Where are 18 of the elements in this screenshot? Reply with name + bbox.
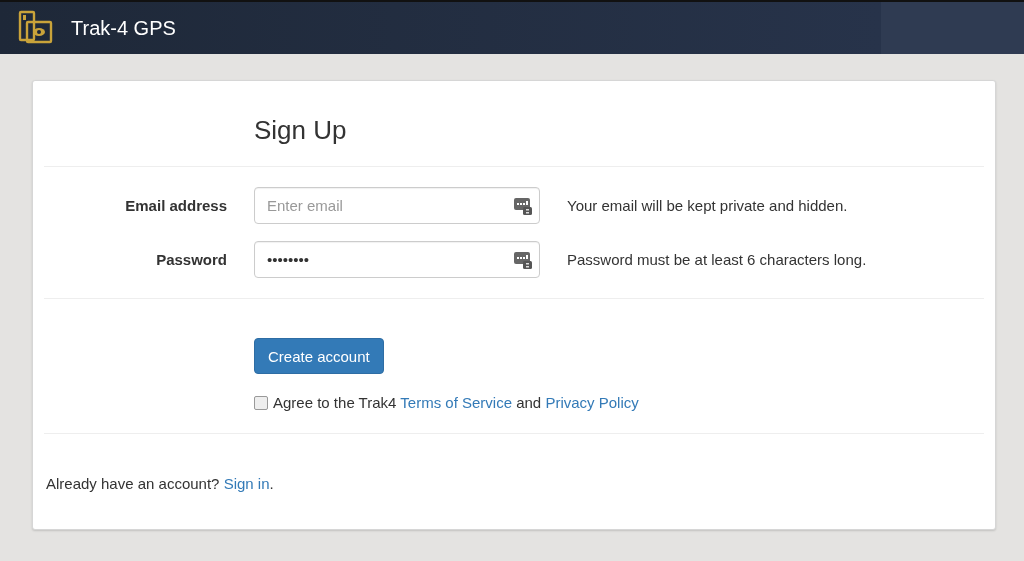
app-title: Trak-4 GPS	[71, 16, 176, 40]
help-text: Password must be at least 6 characters long.	[567, 251, 868, 268]
input-field[interactable]: ••••••••	[254, 241, 540, 278]
keyboard-icon	[514, 197, 532, 215]
privacy-link[interactable]: Privacy Policy	[545, 394, 639, 411]
terms-link[interactable]: Terms of Service	[400, 394, 512, 411]
agree-checkbox[interactable]	[254, 395, 268, 410]
create-account-button[interactable]: Create account	[254, 338, 384, 374]
form-title: Sign Up	[44, 81, 984, 167]
logo-icon	[18, 10, 54, 46]
sign-in-prompt: Already have an account? Sign in.	[46, 475, 274, 492]
field-label: Email address	[124, 197, 227, 214]
help-text: Your email will be kept private and hidden.	[567, 197, 849, 214]
input-field[interactable]: Enter email	[254, 187, 540, 224]
keyboard-icon	[514, 251, 532, 269]
agree-text: Agree to the Trak4 Terms of Service and Privacy Policy	[273, 394, 639, 411]
field-label: Password	[155, 251, 227, 268]
sign-in-link[interactable]: Sign in	[223, 475, 270, 492]
